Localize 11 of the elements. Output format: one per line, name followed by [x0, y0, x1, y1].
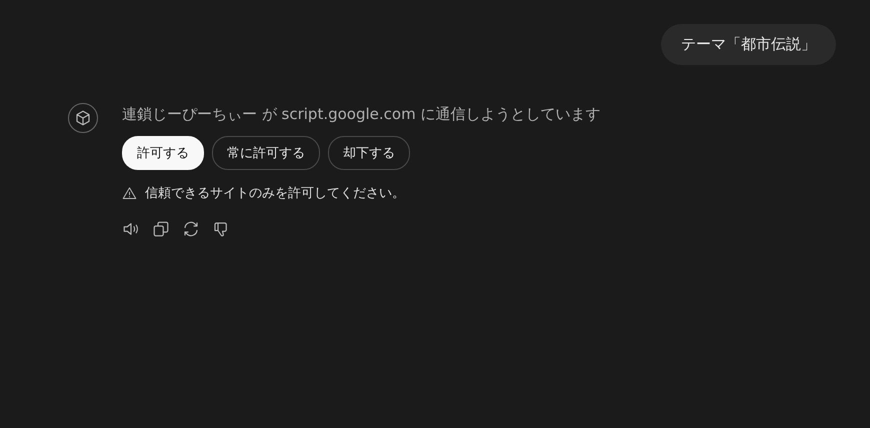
permission-message: 連鎖じーぴーちぃー が script.google.com に通信しようとしています: [122, 105, 600, 124]
user-message-bubble: テーマ「都市伝説」: [661, 24, 836, 65]
thumbs-down-icon[interactable]: [212, 220, 230, 238]
permission-button[interactable]: 許可する: [122, 136, 204, 170]
permission-button[interactable]: 常に許可する: [212, 136, 320, 170]
permission-button[interactable]: 却下する: [328, 136, 410, 170]
refresh-icon[interactable]: [182, 220, 200, 238]
warning-icon: [122, 186, 137, 200]
copy-icon[interactable]: [152, 220, 170, 238]
cube-icon: [74, 109, 92, 127]
warning-text: 信頼できるサイトのみを許可してください。: [145, 185, 405, 202]
